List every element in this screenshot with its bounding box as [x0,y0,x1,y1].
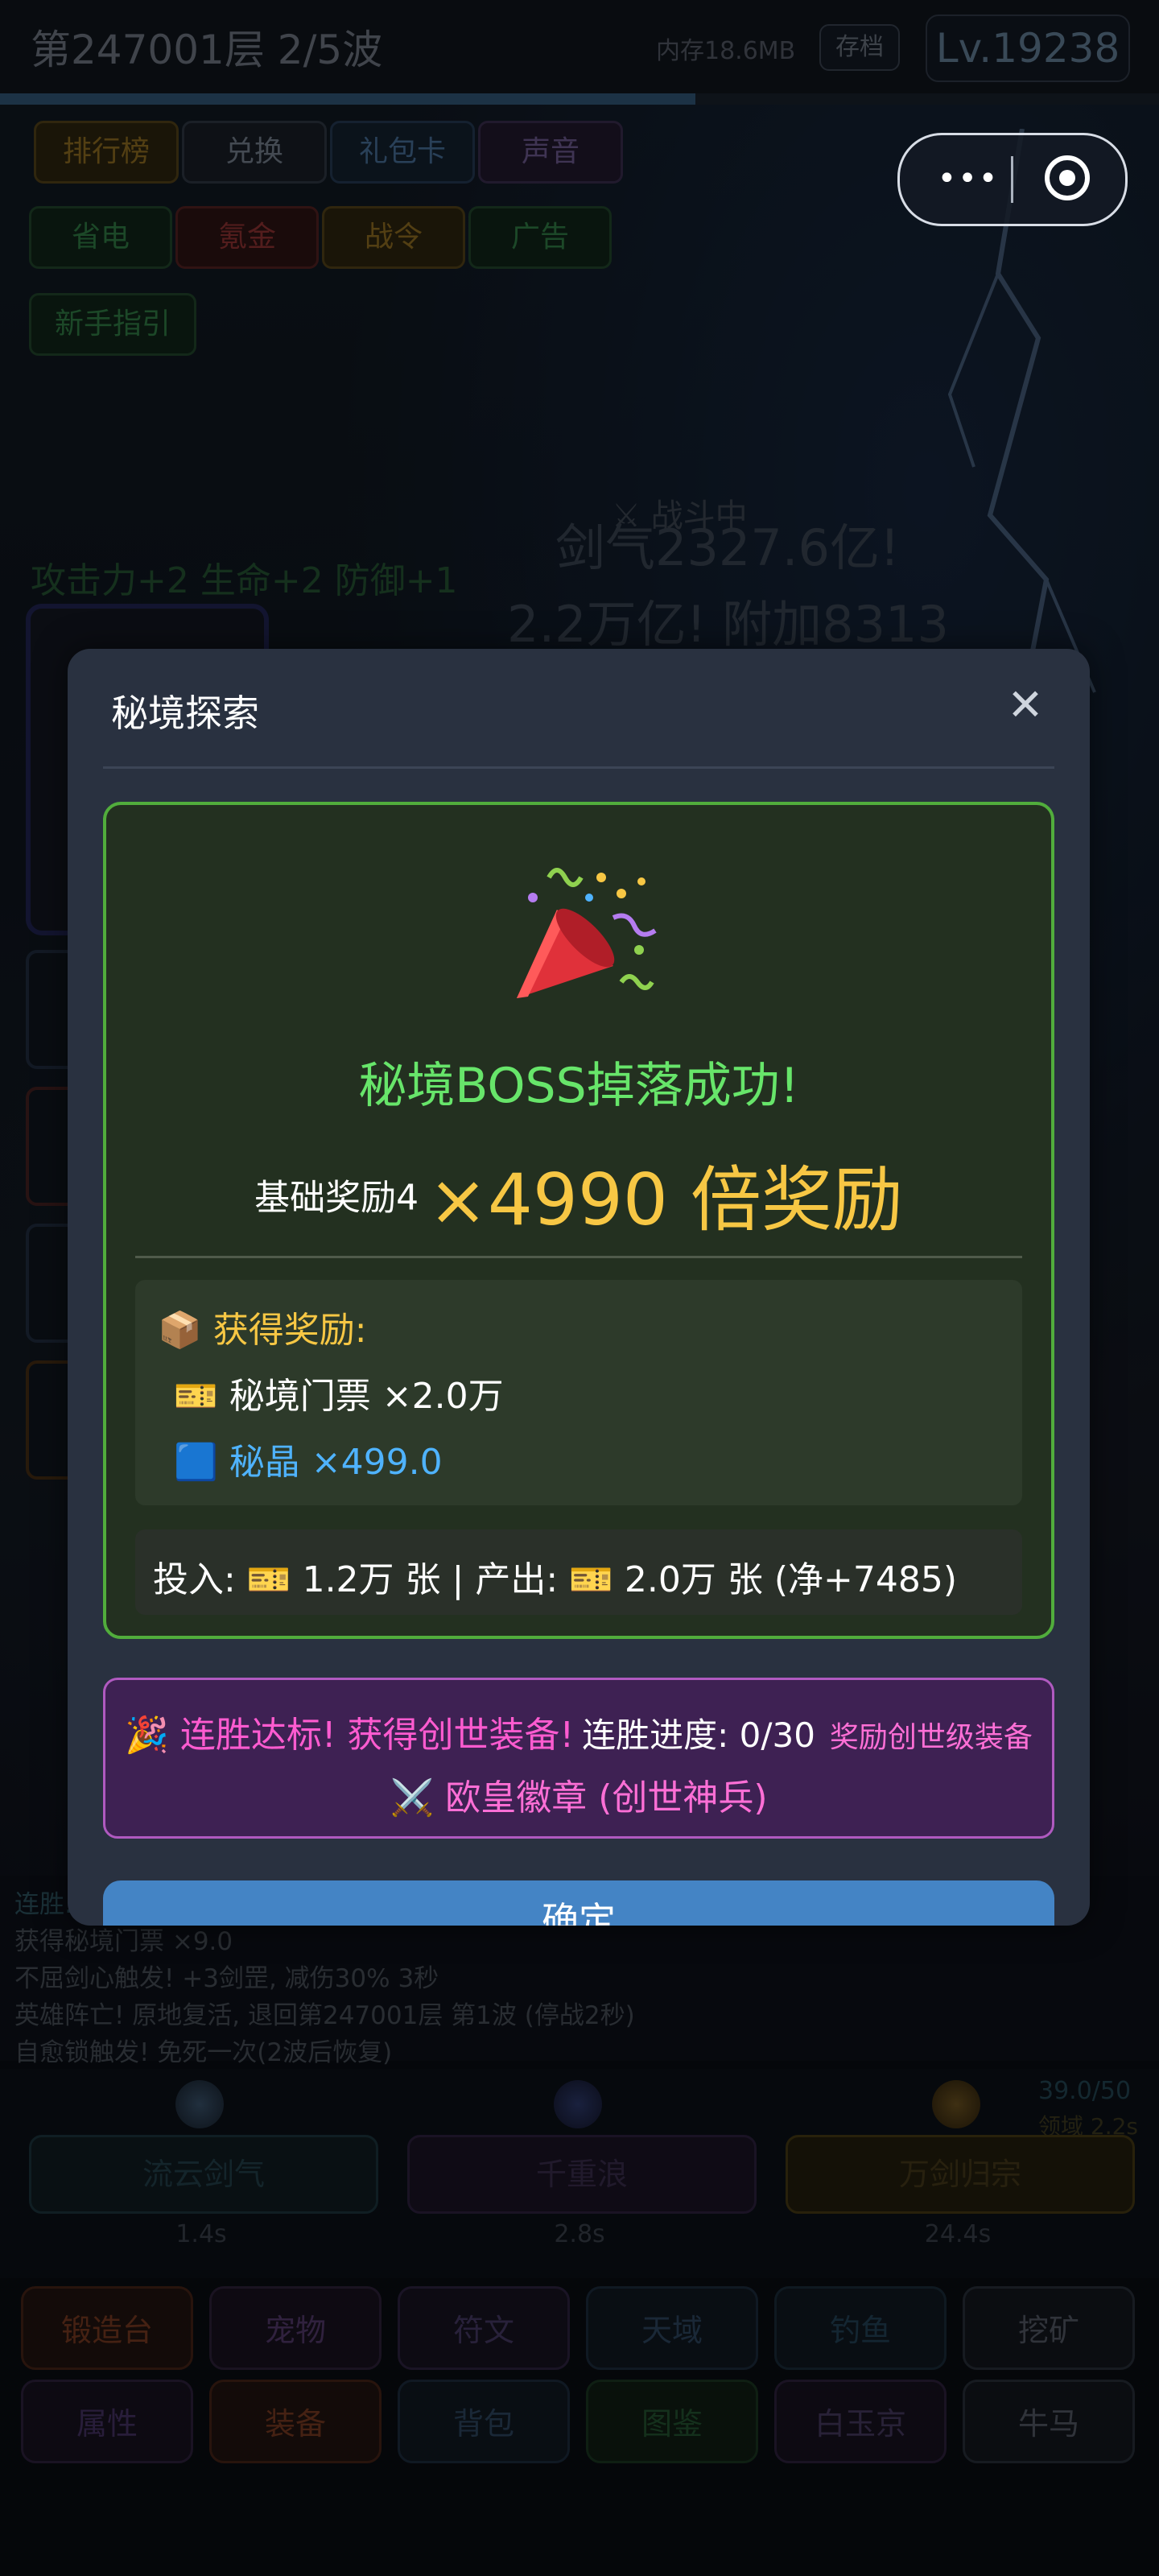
confirm-button[interactable]: 确定 [103,1880,1054,1926]
reward-multiplier-line: 基础奖励4 ×4990 倍奖励 [106,1143,1051,1245]
modal-title: 秘境探索 [111,691,259,735]
save-button[interactable]: 存档 [819,24,900,71]
tab-rune[interactable]: 符文 [398,2286,570,2370]
reward-item-crystal: 🟦 秘晶 ×499.0 [174,1442,443,1483]
tab-attributes[interactable]: 属性 [21,2380,193,2463]
input-output-summary: 投入: 🎫 1.2万 张 | 产出: 🎫 2.0万 张 (净+7485) [135,1530,1022,1615]
skill-charge-count: 39.0/50 [1038,2077,1132,2105]
wind-sword-icon [175,2080,224,2128]
log-line: 自愈锁触发! 免死一次(2波后恢复) [14,2038,393,2067]
close-miniprogram-icon[interactable] [1045,155,1090,200]
menu-exchange-button[interactable]: 兑换 [182,121,327,184]
streak-line: 🎉 连胜达标! 获得创世装备! 连胜进度: 0/30 奖励创世级装备 [105,1706,1052,1757]
streak-reward-item: ⚔️ 欧皇徽章 (创世神兵) [390,1777,768,1818]
log-line: 英雄阵亡! 原地复活, 退回第247001层 第1波 (停战2秒) [14,2001,635,2030]
buff-text: 攻击力+2 生命+2 防御+1 [31,560,458,601]
log-line: 不屈剑心触发! +3剑罡, 减伤30% 3秒 [14,1964,439,1993]
menu-recharge-button[interactable]: 氪金 [175,206,319,269]
wave-progress-bar [0,93,1159,105]
tab-fishing[interactable]: 钓鱼 [774,2286,947,2370]
more-options-icon[interactable]: ••• [932,153,1004,204]
secret-realm-modal: 秘境探索 ✕ 秘境BOSS掉落成功! 基础奖励4 ×4990 倍奖励 📦 获得奖励… [68,649,1090,1926]
gained-rewards-header: 📦 获得奖励: [158,1310,367,1351]
streak-progress: 连胜进度: 0/30 [582,1715,815,1755]
success-title: 秘境BOSS掉落成功! [358,1058,799,1114]
sun-sword-icon [932,2080,980,2128]
close-icon[interactable]: ✕ [1001,681,1050,729]
tab-backpack[interactable]: 背包 [398,2380,570,2463]
wave-icon [554,2080,602,2128]
multiplier-label: ×4990 倍奖励 [428,1158,903,1241]
skill-cooldown: 1.4s [175,2220,227,2248]
menu-giftcard-button[interactable]: 礼包卡 [330,121,475,184]
menu-guide-button[interactable]: 新手指引 [29,293,196,356]
skill-cooldown: 24.4s [924,2220,992,2248]
sword-qi-popup: 剑气2327.6亿! [555,518,900,577]
menu-power-save-button[interactable]: 省电 [29,206,172,269]
reward-item-ticket: 🎫 秘境门票 ×2.0万 [174,1376,504,1417]
tab-baiyujing[interactable]: 白玉京 [774,2380,947,2463]
top-status-bar: 第247001层 2/5波 内存18.6MB 存档 Lv.19238 [0,0,1159,97]
tab-sky-domain[interactable]: 天域 [586,2286,758,2370]
wave-progress-fill [0,93,695,105]
log-line: 获得秘境门票 ×9.0 [14,1927,233,1956]
party-popper-icon [517,868,657,998]
win-streak-card: 🎉 连胜达标! 获得创世装备! 连胜进度: 0/30 奖励创世级装备 ⚔️ 欧皇徽章… [103,1678,1054,1839]
skill-button-qianchonglang[interactable]: 千重浪 [407,2135,757,2214]
player-level-badge: Lv.19238 [926,14,1130,82]
streak-reward-hint: 奖励创世级装备 [829,1721,1033,1754]
base-reward-label: 基础奖励4 [254,1177,419,1219]
menu-ads-button[interactable]: 广告 [468,206,612,269]
tab-mining[interactable]: 挖矿 [963,2286,1135,2370]
menu-battle-pass-button[interactable]: 战令 [322,206,465,269]
modal-divider [103,766,1054,769]
tab-pet[interactable]: 宠物 [209,2286,382,2370]
skill-cooldown: 2.8s [554,2220,605,2248]
gained-rewards-box: 📦 获得奖励: 🎫 秘境门票 ×2.0万 🟦 秘晶 ×499.0 [135,1280,1022,1505]
tab-niuma[interactable]: 牛马 [963,2380,1135,2463]
capsule-divider [1011,156,1013,203]
tab-collection[interactable]: 图鉴 [586,2380,758,2463]
level-wave-label: 第247001层 2/5波 [31,27,383,73]
streak-achieved-text: 🎉 连胜达标! 获得创世装备! [125,1715,575,1756]
io-summary-text: 投入: 🎫 1.2万 张 | 产出: 🎫 2.0万 张 (净+7485) [153,1559,958,1600]
miniprogram-capsule: ••• [897,133,1128,226]
menu-sound-button[interactable]: 声音 [478,121,623,184]
damage-popup: 2.2万亿! 附加8313 [507,595,949,654]
skill-button-wanjianguizong[interactable]: 万剑归宗 [786,2135,1135,2214]
tab-forge[interactable]: 锻造台 [21,2286,193,2370]
tab-equipment[interactable]: 装备 [209,2380,382,2463]
menu-leaderboard-button[interactable]: 排行榜 [34,121,179,184]
card-divider [135,1256,1022,1258]
skill-button-liuyun[interactable]: 流云剑气 [29,2135,378,2214]
result-card: 秘境BOSS掉落成功! 基础奖励4 ×4990 倍奖励 📦 获得奖励: 🎫 秘境门… [103,802,1054,1639]
memory-usage: 内存18.6MB [656,37,796,65]
